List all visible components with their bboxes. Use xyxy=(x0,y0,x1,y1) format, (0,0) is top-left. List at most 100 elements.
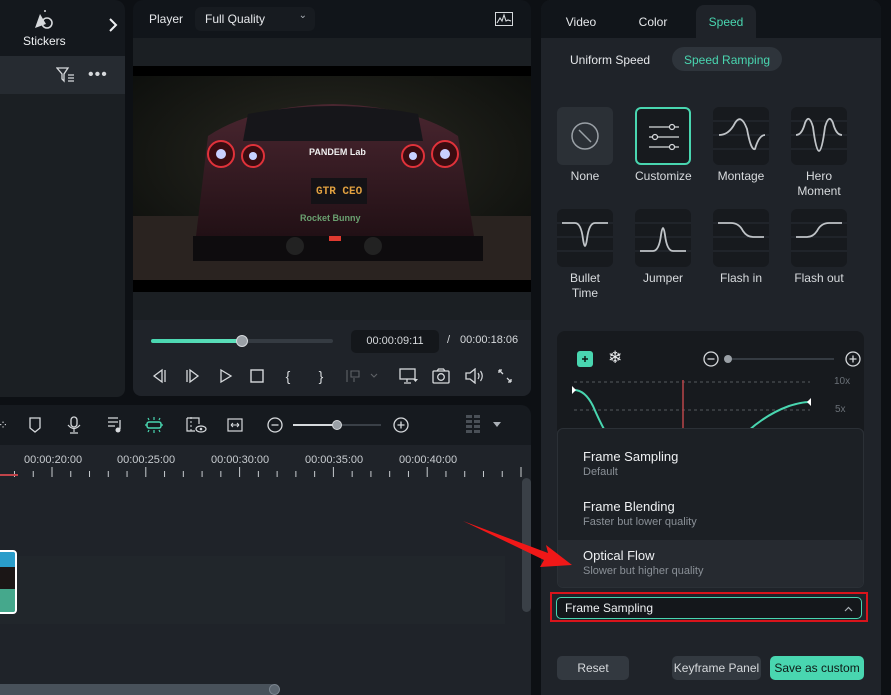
player-controls: 00:00:09:11 / 00:00:18:06 { } xyxy=(133,320,531,396)
preset-flash-out[interactable]: Flash out xyxy=(791,209,847,286)
tab-speed[interactable]: Speed xyxy=(696,5,756,38)
timeline-horizontal-scrollbar[interactable] xyxy=(0,684,280,695)
none-icon xyxy=(571,122,599,150)
hero-moment-curve-icon xyxy=(791,117,847,152)
graph-zoom-in-icon[interactable] xyxy=(845,351,861,367)
waveform-monitor-icon[interactable] xyxy=(495,12,513,26)
option-optical-flow[interactable]: Optical Flow Slower but higher quality xyxy=(558,540,863,587)
timeline-zoom-slider[interactable] xyxy=(293,420,381,430)
ruler-ticks xyxy=(13,467,522,477)
preset-label: Bullet Time xyxy=(569,271,601,300)
preset-flash-in[interactable]: Flash in xyxy=(713,209,769,286)
playback-progress-track[interactable] xyxy=(151,335,333,347)
preset-hero-moment[interactable]: Hero Moment xyxy=(791,107,847,199)
speed-curve xyxy=(747,401,810,431)
more-icon[interactable]: ••• xyxy=(88,66,108,84)
speed-curve-editor: ❄ 10x 5x xyxy=(557,331,864,431)
preset-label: Hero Moment xyxy=(797,169,841,198)
graph-zoom-handle[interactable] xyxy=(724,355,732,363)
reset-button[interactable]: Reset xyxy=(557,656,629,680)
chevron-right-icon[interactable] xyxy=(108,17,118,33)
scrollbar-handle[interactable] xyxy=(269,684,280,695)
option-title: Frame Sampling xyxy=(583,449,679,464)
speed-curve-graph[interactable] xyxy=(557,376,864,431)
volume-icon[interactable] xyxy=(464,368,484,384)
annotation-arrow xyxy=(463,521,572,567)
play-icon[interactable] xyxy=(218,368,234,384)
current-time-field[interactable]: 00:00:09:11 xyxy=(351,330,439,353)
layout-dropdown-icon[interactable] xyxy=(493,422,501,428)
audio-track xyxy=(0,626,505,671)
uniform-speed-tab[interactable]: Uniform Speed xyxy=(558,47,662,71)
ai-clip-icon[interactable] xyxy=(144,416,164,434)
filter-icon[interactable] xyxy=(56,67,76,83)
playhead-indicator xyxy=(0,474,18,476)
tab-video[interactable]: Video xyxy=(551,5,611,38)
add-keyframe-button[interactable] xyxy=(577,351,593,367)
keyframe-handle[interactable] xyxy=(807,398,811,406)
ruler-label: 00:00:35:00 xyxy=(305,454,364,466)
preset-montage[interactable]: Montage xyxy=(713,107,769,184)
option-frame-blending[interactable]: Frame Blending Faster but lower quality xyxy=(558,491,863,541)
option-frame-sampling[interactable]: Frame Sampling Default xyxy=(558,441,863,491)
highlight-box: Frame Sampling xyxy=(550,592,868,622)
video-sticker-rb: Rocket Bunny xyxy=(300,213,361,223)
bullet-time-curve-icon xyxy=(557,222,613,252)
preset-customize[interactable]: Customize xyxy=(635,107,692,184)
montage-curve-icon xyxy=(713,118,769,151)
playback-scrubber-handle[interactable] xyxy=(236,335,248,347)
marker-icon[interactable] xyxy=(28,417,42,433)
prev-frame-icon[interactable] xyxy=(151,368,167,384)
preset-bullet-time[interactable]: Bullet Time xyxy=(557,209,613,301)
preset-none[interactable]: None xyxy=(557,107,613,184)
stickers-icon xyxy=(35,10,53,29)
plus-icon xyxy=(582,356,588,362)
keyframe-handle[interactable] xyxy=(572,386,576,394)
mark-in-icon[interactable]: { xyxy=(281,366,295,386)
timeline-zoom-handle[interactable] xyxy=(332,420,342,430)
speed-ramping-tab[interactable]: Speed Ramping xyxy=(672,47,783,71)
timeline-ruler[interactable]: 00:00:20:00 00:00:25:00 00:00:30:00 00:0… xyxy=(0,445,531,478)
zoom-in-icon[interactable] xyxy=(393,417,409,433)
preset-label: Montage xyxy=(717,169,765,183)
media-toolbar: ••• xyxy=(0,56,125,94)
flash-in-curve-icon xyxy=(713,222,769,252)
chevron-down-icon: ⌄ xyxy=(298,10,307,21)
graph-label-10x: 10x xyxy=(834,376,851,387)
fit-timeline-icon[interactable] xyxy=(227,418,243,432)
license-plate-text: GTR CEO xyxy=(316,186,363,198)
player-header: Player Full Quality ⌄ xyxy=(133,0,531,38)
preset-label: Flash in xyxy=(719,271,763,285)
snapshot-camera-icon[interactable] xyxy=(432,368,450,384)
video-frame[interactable]: PANDEM Lab GTR CEO Rocket Bunny xyxy=(133,66,531,292)
graph-zoom-out-icon[interactable] xyxy=(703,351,719,367)
display-settings-icon[interactable] xyxy=(399,368,419,384)
save-as-custom-button[interactable]: Save as custom xyxy=(770,656,864,680)
graph-label-5x: 5x xyxy=(835,404,846,415)
preset-label: Jumper xyxy=(642,271,683,285)
stop-icon[interactable] xyxy=(250,369,264,383)
playback-progress-fill xyxy=(151,339,242,343)
insert-to-timeline-icon[interactable] xyxy=(346,369,378,383)
settings-icon[interactable]: ⁘ xyxy=(0,418,8,432)
audio-list-icon[interactable] xyxy=(107,416,123,434)
freeze-frame-icon[interactable]: ❄ xyxy=(608,349,622,367)
mark-out-icon[interactable]: } xyxy=(314,366,328,386)
microphone-icon[interactable] xyxy=(66,416,82,434)
preset-jumper[interactable]: Jumper xyxy=(635,209,691,286)
preview-render-icon[interactable] xyxy=(185,416,207,434)
zoom-out-icon[interactable] xyxy=(267,417,283,433)
track-layout-icon[interactable] xyxy=(466,415,480,437)
timeline-zoom-fill xyxy=(293,424,337,426)
video-clip[interactable] xyxy=(0,550,17,614)
keyframe-panel-button[interactable]: Keyframe Panel xyxy=(672,656,761,680)
fullscreen-icon[interactable] xyxy=(498,369,512,383)
frame-interpolation-select[interactable]: Frame Sampling xyxy=(556,597,862,619)
ruler-label: 00:00:20:00 xyxy=(24,454,83,466)
graph-zoom-slider[interactable] xyxy=(724,355,834,363)
option-subtitle: Faster but lower quality xyxy=(583,516,697,528)
next-frame-icon[interactable] xyxy=(185,368,201,384)
stickers-tab[interactable] xyxy=(30,8,56,32)
tab-color[interactable]: Color xyxy=(623,5,683,38)
quality-select[interactable]: Full Quality ⌄ xyxy=(195,7,315,31)
